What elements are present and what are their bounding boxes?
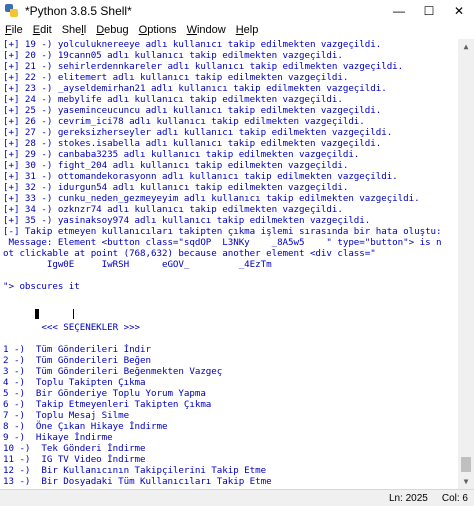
shell-line: 3 -) Tüm Gönderileri Beğenmekten Vazgeç (3, 366, 223, 377)
shell-line: [+] 21 -) sehirlerdennkareler adlı kulla… (3, 61, 404, 72)
shell-line: 1 -) Tüm Gönderileri İndir (3, 344, 151, 355)
line-number: Ln: 2025 (388, 492, 428, 504)
shell-line: [+] 29 -) canbaba3235 adlı kullanıcı tak… (3, 149, 360, 160)
shell-line: [+] 31 -) ottomandekorasyonn adlı kullan… (3, 171, 398, 182)
idle-shell-window: *Python 3.8.5 Shell* — ☐ ✕ File Edit Shell… (0, 0, 474, 506)
maximize-button[interactable]: ☐ (414, 0, 444, 21)
shell-line: [+] 34 -) ozknzr74 adlı kullanıcı takip … (3, 204, 343, 215)
close-button[interactable]: ✕ (444, 0, 474, 21)
shell-line: [+] 20 -) 19cann05 adlı kullanıcı takip … (3, 50, 343, 61)
shell-line: ot clickable at point (768,632) because … (3, 248, 376, 259)
shell-line: Igw0E IwRSH eGOV_ _4EzTm (3, 259, 272, 270)
scroll-up-arrow-icon[interactable]: ▲ (458, 39, 474, 54)
menu-bar: File Edit Shell Debug Options Window Help (0, 21, 474, 39)
shell-line: [+] 19 -) yolculuknereeye adlı kullanıcı… (3, 39, 382, 50)
menu-item[interactable]: Window (182, 21, 231, 39)
shell-line: 5 -) Bir Gönderiye Toplu Yorum Yapma (3, 388, 206, 399)
status-bar: Ln: 2025 Col: 6 (0, 489, 474, 506)
menu-item[interactable]: Edit (28, 21, 57, 39)
shell-line: [+] 23 -) _ayseldemirhan21 adlı kullanıc… (3, 83, 387, 94)
shell-line: 2 -) Tüm Gönderileri Beğen (3, 355, 151, 366)
shell-line: [+] 30 -) fight_204 adlı kullanıcı takip… (3, 160, 349, 171)
shell-line: Message: Element <button class="sqdOP L3… (3, 237, 442, 248)
shell-line: [+] 28 -) stokes.isabella adlı kullanıcı… (3, 138, 382, 149)
shell-line: 10 -) Tek Gönderi İndirme (3, 443, 146, 454)
shell-line (35, 308, 74, 319)
shell-line: 12 -) Bir Kullanıcının Takipçilerini Tak… (3, 465, 267, 476)
shell-line: [+] 26 -) cevrim_ici78 adlı kullanıcı ta… (3, 116, 365, 127)
shell-line: [+] 33 -) cunku_neden_gezmeyeyim adlı ku… (3, 193, 420, 204)
shell-line: 13 -) Bir Dosyadaki Tüm Kullanıcıları Ta… (3, 476, 272, 487)
shell-line: 9 -) Hikaye İndirme (3, 432, 113, 443)
shell-line: 8 -) Öne Çıkan Hikaye İndirme (3, 421, 168, 432)
shell-line: [+] 32 -) idurgun54 adlı kullanıcı takip… (3, 182, 349, 193)
shell-line: 4 -) Toplu Takipten Çıkma (3, 377, 146, 388)
shell-line: [+] 35 -) yasinaksoy974 adlı kullanıcı t… (3, 215, 371, 226)
title-bar[interactable]: *Python 3.8.5 Shell* — ☐ ✕ (0, 0, 474, 21)
text-cursor (73, 309, 74, 319)
shell-line: [+] 27 -) gereksizherseyler adlı kullanı… (3, 127, 393, 138)
shell-line: 7 -) Toplu Mesaj Silme (3, 410, 130, 421)
scroll-down-arrow-icon[interactable]: ▼ (458, 474, 474, 489)
shell-line: [-] Takip etmeyen kullanıcıları takipten… (3, 226, 442, 237)
scroll-thumb[interactable] (461, 457, 471, 472)
menu-item[interactable]: Help (231, 21, 264, 39)
vertical-scrollbar[interactable]: ▲ ▼ (458, 39, 474, 489)
menu-item[interactable]: Debug (91, 21, 133, 39)
shell-line: [+] 24 -) mebylife adlı kullanıcı takip … (3, 94, 343, 105)
python-logo-icon (4, 3, 20, 19)
menu-item[interactable]: Options (134, 21, 182, 39)
window-title: *Python 3.8.5 Shell* (25, 3, 132, 18)
minimize-button[interactable]: — (384, 0, 414, 21)
shell-line: [+] 25 -) yaseminceucuncu adlı kullanıcı… (3, 105, 382, 116)
shell-line: 6 -) Takip Etmeyenleri Takipten Çıkma (3, 399, 212, 410)
shell-output[interactable]: [+] 19 -) yolculuknereeye adlı kullanıcı… (0, 39, 458, 489)
menu-item[interactable]: Shell (57, 21, 91, 39)
shell-line: "> obscures it (3, 281, 80, 292)
shell-line: <<< SEÇENEKLER >>> (3, 322, 141, 333)
column-number: Col: 6 (441, 492, 468, 504)
shell-line: 11 -) IG TV Video İndirme (3, 454, 146, 465)
shell-line: [+] 22 -) elitemert adlı kullanıcı takip… (3, 72, 349, 83)
menu-item[interactable]: File (0, 21, 28, 39)
